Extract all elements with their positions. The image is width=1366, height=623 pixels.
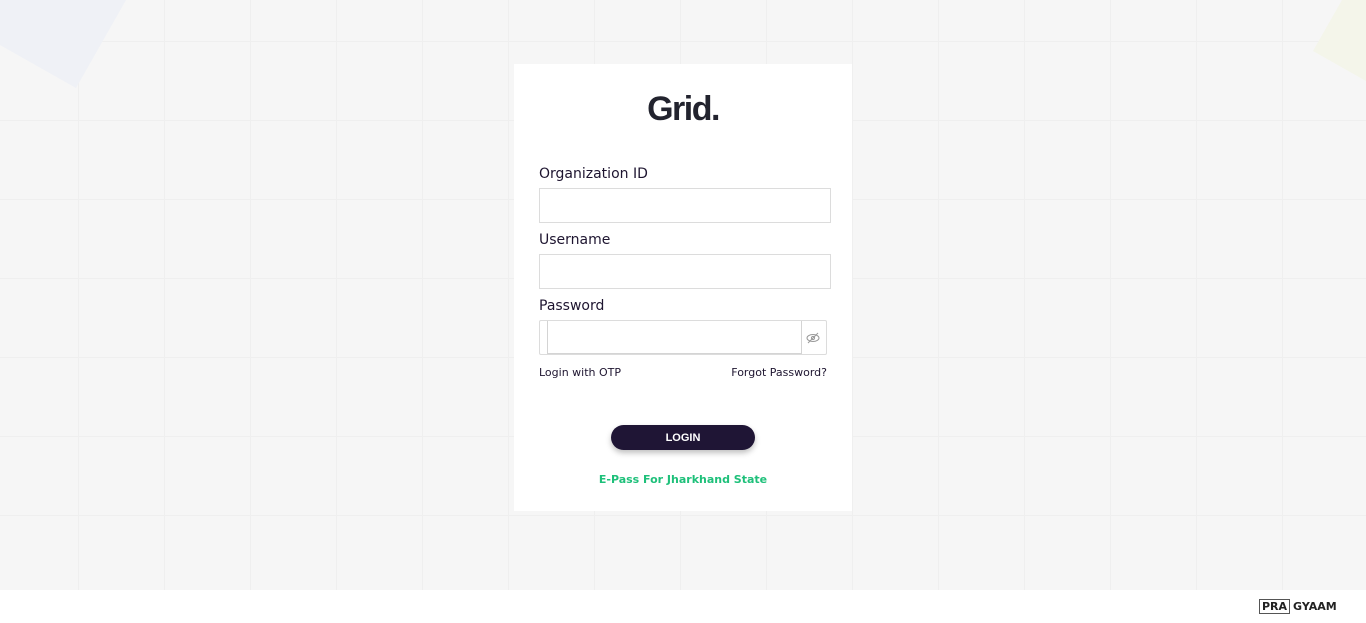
pragyaam-logo: PRA GYAAM xyxy=(1259,599,1337,614)
epass-link[interactable]: E-Pass For Jharkhand State xyxy=(514,473,852,486)
logo-part-pra: PRA xyxy=(1259,599,1291,614)
username-input[interactable] xyxy=(539,254,831,289)
org-id-input[interactable] xyxy=(539,188,831,223)
password-group xyxy=(539,320,827,355)
username-label: Username xyxy=(539,232,611,248)
login-with-otp-link[interactable]: Login with OTP xyxy=(539,366,621,379)
grid-logo: Grid. xyxy=(647,90,720,128)
logo-part-gyaam: GYAAM xyxy=(1293,600,1337,613)
login-button[interactable]: LOGIN xyxy=(611,425,755,450)
password-input[interactable] xyxy=(547,321,802,354)
org-id-label: Organization ID xyxy=(539,166,648,182)
login-card: Grid. Organization ID Username Password … xyxy=(514,64,852,511)
eye-slash-icon[interactable] xyxy=(800,321,826,354)
password-label: Password xyxy=(539,298,605,314)
forgot-password-link[interactable]: Forgot Password? xyxy=(731,366,827,379)
